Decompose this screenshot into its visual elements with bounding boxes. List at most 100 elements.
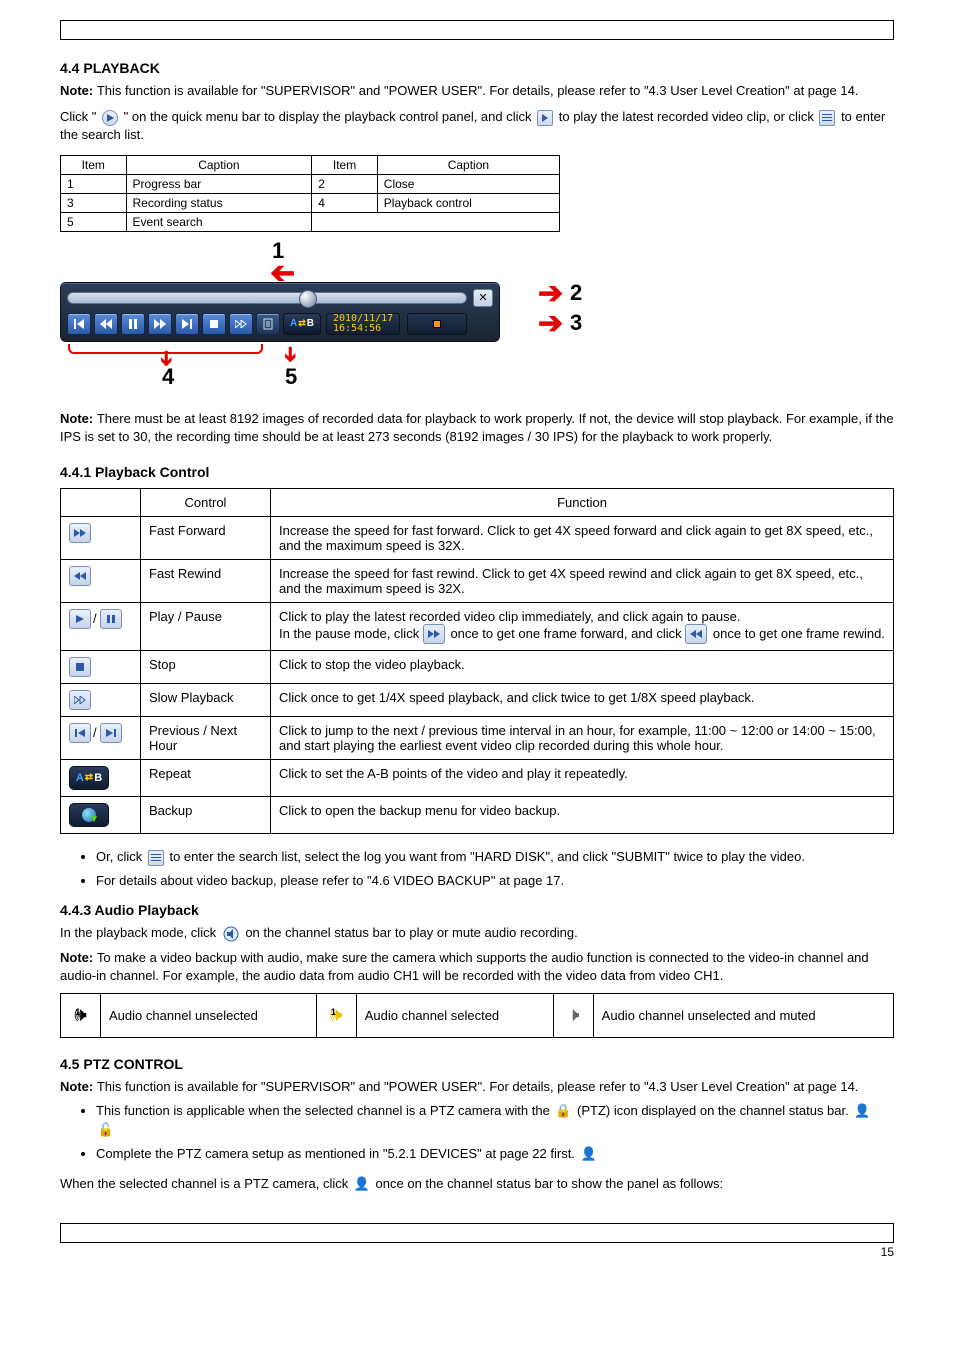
playback-note-1: Note: This function is available for "SU…	[60, 82, 894, 100]
next-hour-button[interactable]	[175, 313, 199, 335]
t: Or, click	[96, 849, 146, 864]
forward-button[interactable]	[148, 313, 172, 335]
th: Function	[271, 488, 894, 516]
slow-button[interactable]	[229, 313, 253, 335]
repeat-ab-button[interactable]: A⇄B	[283, 313, 321, 335]
progress-thumb[interactable]	[299, 290, 317, 308]
page-number: 15	[60, 1245, 894, 1259]
table-row: Slow Playback Click once to get 1/4X spe…	[61, 683, 894, 716]
step-rewind-icon	[685, 624, 707, 644]
t: Complete the PTZ camera setup as mention…	[96, 1146, 575, 1161]
audio-note-text: To make a video backup with audio, make …	[60, 950, 869, 983]
th: Control	[141, 488, 271, 516]
ctrl-name: Fast Forward	[141, 516, 271, 559]
ctrl-name: Backup	[141, 796, 271, 833]
search-list-icon	[819, 110, 835, 126]
arrow-3: ➔	[538, 306, 563, 341]
td: 3	[61, 193, 127, 212]
list-item: Or, click to enter the search list, sele…	[96, 848, 894, 866]
event-search-button[interactable]	[256, 313, 280, 335]
section-title-ptz: 4.5 PTZ CONTROL	[60, 1056, 894, 1072]
arrow-5: ➔	[278, 346, 303, 363]
t: In the playback mode, click	[60, 925, 220, 940]
timestamp-time: 16:54:56	[333, 324, 393, 334]
ctrl-name: Stop	[141, 650, 271, 683]
ctrl-desc: Click to play the latest recorded video …	[271, 602, 894, 650]
section-title-control: 4.4.1 Playback Control	[60, 464, 894, 480]
ctrl-desc: Click to open the backup menu for video …	[271, 796, 894, 833]
label-4: 4	[162, 364, 174, 390]
td: Event search	[126, 212, 312, 231]
td: Close	[377, 174, 559, 193]
ctrl-desc: Click to set the A-B points of the video…	[271, 759, 894, 796]
th: Caption	[377, 155, 559, 174]
fast-forward-icon	[69, 523, 91, 543]
play-latest-icon	[537, 110, 553, 126]
pause-button[interactable]	[121, 313, 145, 335]
audio-toggle-icon	[222, 925, 240, 943]
playback-caption-table: Item Caption Item Caption 1 Progress bar…	[60, 155, 560, 232]
prev-hour-icon	[69, 723, 91, 743]
table-row: Stop Click to stop the video playback.	[61, 650, 894, 683]
close-button[interactable]: ✕	[473, 289, 493, 307]
ctrl-name: Fast Rewind	[141, 559, 271, 602]
table-row: ▼ Backup Click to open the backup menu f…	[61, 796, 894, 833]
td: 4	[312, 193, 378, 212]
table-row: A⇄B Repeat Click to set the A-B points o…	[61, 759, 894, 796]
playback-quickmenu-icon	[102, 110, 118, 126]
t: (PTZ) icon displayed on the channel stat…	[577, 1103, 849, 1118]
table-row: / Play / Pause Click to play the latest …	[61, 602, 894, 650]
backup-icon: ▼	[69, 803, 109, 827]
note-prefix: Note:	[60, 950, 97, 965]
ctrl-name: Repeat	[141, 759, 271, 796]
table-row: 🕪1 Audio channel unselected 🕪1 Audio cha…	[61, 994, 894, 1038]
recording-status-box	[407, 313, 467, 335]
audio-selected-icon: 🕪1	[330, 1004, 343, 1027]
audio-body: In the playback mode, click on the chann…	[60, 924, 894, 943]
note-prefix: Note:	[60, 411, 97, 426]
recording-dot-icon	[433, 320, 441, 328]
page-footer-frame	[60, 1223, 894, 1243]
playback-panel-figure: 1 ➔ 2 ➔ 3 ➔ ✕ A⇄B	[60, 242, 540, 390]
ptz-body: When the selected channel is a PTZ camer…	[60, 1175, 894, 1193]
rewind-button[interactable]	[94, 313, 118, 335]
step-forward-icon	[423, 624, 445, 644]
t: on the channel status bar to play or mut…	[245, 925, 577, 940]
td: Playback control	[377, 193, 559, 212]
table-row: / Previous / Next Hour Click to jump to …	[61, 716, 894, 759]
ctrl-desc: Click once to get 1/4X speed playback, a…	[271, 683, 894, 716]
td: Recording status	[126, 193, 312, 212]
playback-body-1: Click " " on the quick menu bar to displ…	[60, 108, 894, 144]
th: Caption	[126, 155, 312, 174]
audio-unselected-icon: 🕪1	[74, 1004, 87, 1027]
th	[61, 488, 141, 516]
list-item: Complete the PTZ camera setup as mention…	[96, 1145, 894, 1163]
playback-controls-table: Control Function Fast Forward Increase t…	[60, 488, 894, 834]
section-title-playback: 4.4 PLAYBACK	[60, 60, 894, 76]
note-prefix: Note:	[60, 83, 97, 98]
t: Click "	[60, 109, 96, 124]
ctrl-desc: Increase the speed for fast rewind. Clic…	[271, 559, 894, 602]
t: When the selected channel is a PTZ camer…	[60, 1176, 352, 1191]
lock-icon: 🔒	[555, 1104, 571, 1120]
stop-button[interactable]	[202, 313, 226, 335]
next-hour-icon	[100, 723, 122, 743]
playback-note-1-text: This function is available for "SUPERVIS…	[97, 83, 859, 98]
ctrl-desc: Increase the speed for fast forward. Cli…	[271, 516, 894, 559]
progress-bar[interactable]	[67, 292, 467, 304]
timestamp-display: 2010/11/17 16:54:56	[326, 313, 400, 335]
search-list-icon	[148, 850, 164, 866]
repeat-ab-icon: A⇄B	[69, 766, 109, 790]
ctrl-name: Play / Pause	[141, 602, 271, 650]
table-row: 5 Event search	[61, 212, 560, 231]
audio-col-label: Audio channel unselected and muted	[593, 994, 893, 1038]
arrow-1: ➔	[270, 256, 295, 291]
table-row: Fast Forward Increase the speed for fast…	[61, 516, 894, 559]
playback-note-2-text: There must be at least 8192 images of re…	[60, 411, 894, 444]
slow-playback-icon	[69, 690, 91, 710]
ptz-notes: This function is applicable when the sel…	[60, 1102, 894, 1163]
t: once to get one frame forward, and click	[450, 626, 685, 641]
section-title-audio: 4.4.3 Audio Playback	[60, 902, 894, 918]
th: Item	[312, 155, 378, 174]
prev-hour-button[interactable]	[67, 313, 91, 335]
